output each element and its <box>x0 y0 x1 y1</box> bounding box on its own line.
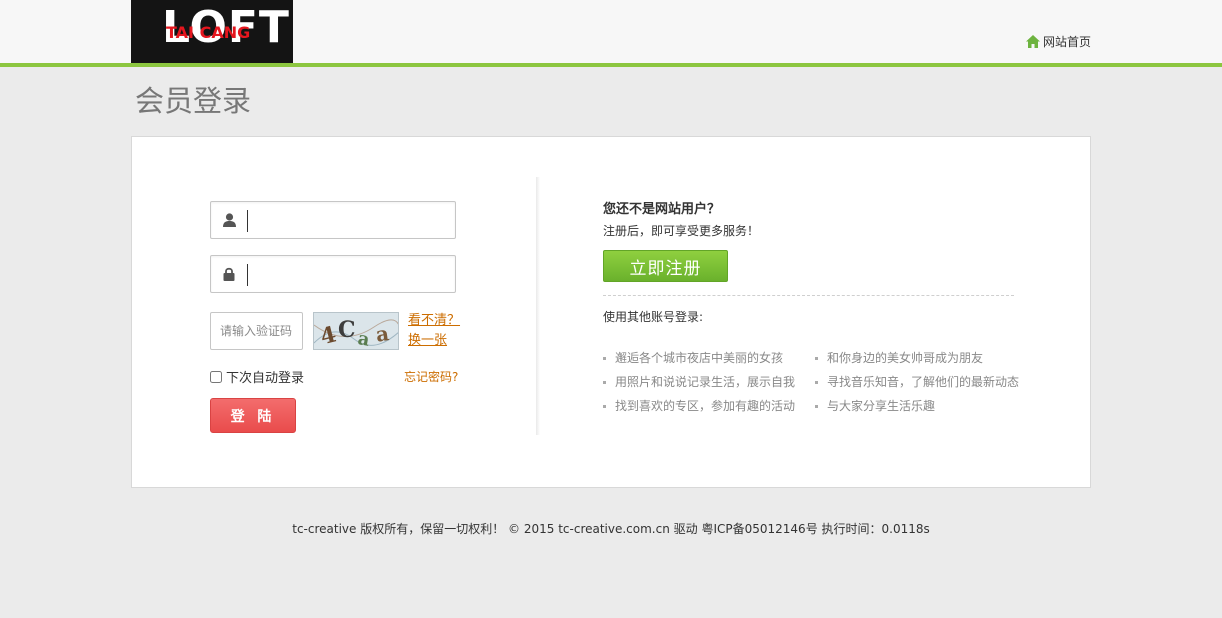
list-item: 找到喜欢的专区，参加有趣的活动 <box>603 397 815 416</box>
captcha-refresh-links: 看不清？ 换一张 <box>408 311 460 351</box>
register-column: 您还不是网站用户？ 注册后，即可享受更多服务！ 立即注册 使用其他账号登录: 邂… <box>603 137 1023 487</box>
feature-text: 找到喜欢的专区，参加有趣的活动 <box>615 399 796 413</box>
captcha-input[interactable] <box>210 312 303 350</box>
feature-text: 寻找音乐知音，了解他们的最新动态 <box>827 375 1020 389</box>
register-button[interactable]: 立即注册 <box>603 250 728 282</box>
list-item: 寻找音乐知音，了解他们的最新动态 <box>815 373 1033 392</box>
remember-me[interactable]: 下次自动登录 <box>210 367 304 386</box>
lock-icon <box>211 256 247 292</box>
user-icon <box>211 202 247 238</box>
list-item: 用照片和说说记录生活，展示自我 <box>603 373 815 392</box>
logo-subtext: TAI CANG <box>166 23 251 42</box>
top-header: LOFT TAI CANG 网站首页 <box>0 0 1222 63</box>
password-field[interactable] <box>210 255 456 293</box>
login-button[interactable]: 登 陆 <box>210 398 296 433</box>
bullet-icon <box>815 405 818 408</box>
bullet-icon <box>603 381 606 384</box>
feature-text: 与大家分享生活乐趣 <box>827 399 936 413</box>
username-input[interactable] <box>251 203 451 237</box>
page-title: 会员登录 <box>135 84 252 118</box>
list-item: 和你身边的美女帅哥成为朋友 <box>815 349 1033 368</box>
remember-checkbox[interactable] <box>210 370 222 383</box>
site-logo[interactable]: LOFT TAI CANG <box>131 0 293 63</box>
other-login-label: 使用其他账号登录: <box>603 310 704 324</box>
dashed-divider <box>603 295 1014 296</box>
captcha-char: C <box>338 317 356 343</box>
bullet-icon <box>815 357 818 360</box>
feature-list: 邂逅各个城市夜店中美丽的女孩 和你身边的美女帅哥成为朋友 用照片和说说记录生活，… <box>603 349 1033 416</box>
feature-text: 邂逅各个城市夜店中美丽的女孩 <box>615 351 784 365</box>
register-subtitle: 注册后，即可享受更多服务！ <box>603 224 760 238</box>
column-divider <box>536 177 540 435</box>
remember-label: 下次自动登录 <box>226 371 305 386</box>
feature-text: 和你身边的美女帅哥成为朋友 <box>827 351 984 365</box>
field-separator <box>247 210 248 232</box>
list-item: 与大家分享生活乐趣 <box>815 397 1033 416</box>
home-link[interactable]: 网站首页 <box>1026 33 1091 49</box>
page-footer: tc-creative 版权所有，保留一切权利！ © 2015 tc-creat… <box>292 522 930 536</box>
register-question: 您还不是网站用户？ <box>603 202 721 217</box>
captcha-change-link[interactable]: 换一张 <box>408 331 460 351</box>
feature-text: 用照片和说说记录生活，展示自我 <box>615 375 796 389</box>
bullet-icon <box>603 357 606 360</box>
bullet-icon <box>815 381 818 384</box>
forgot-password-link[interactable]: 忘记密码? <box>404 368 458 385</box>
home-link-label: 网站首页 <box>1043 34 1092 49</box>
username-field[interactable] <box>210 201 456 239</box>
field-separator <box>247 264 248 286</box>
home-icon <box>1026 34 1040 48</box>
captcha-refresh-link[interactable]: 看不清？ <box>408 311 460 331</box>
captcha-image[interactable]: 4 C a a <box>313 312 399 350</box>
list-item: 邂逅各个城市夜店中美丽的女孩 <box>603 349 815 368</box>
bullet-icon <box>603 405 606 408</box>
login-panel: 4 C a a 看不清？ 换一张 下次自动登录 忘记密码? 登 陆 您还不是网站… <box>131 136 1091 488</box>
header-accent-line <box>0 63 1222 67</box>
password-input[interactable] <box>251 257 451 291</box>
